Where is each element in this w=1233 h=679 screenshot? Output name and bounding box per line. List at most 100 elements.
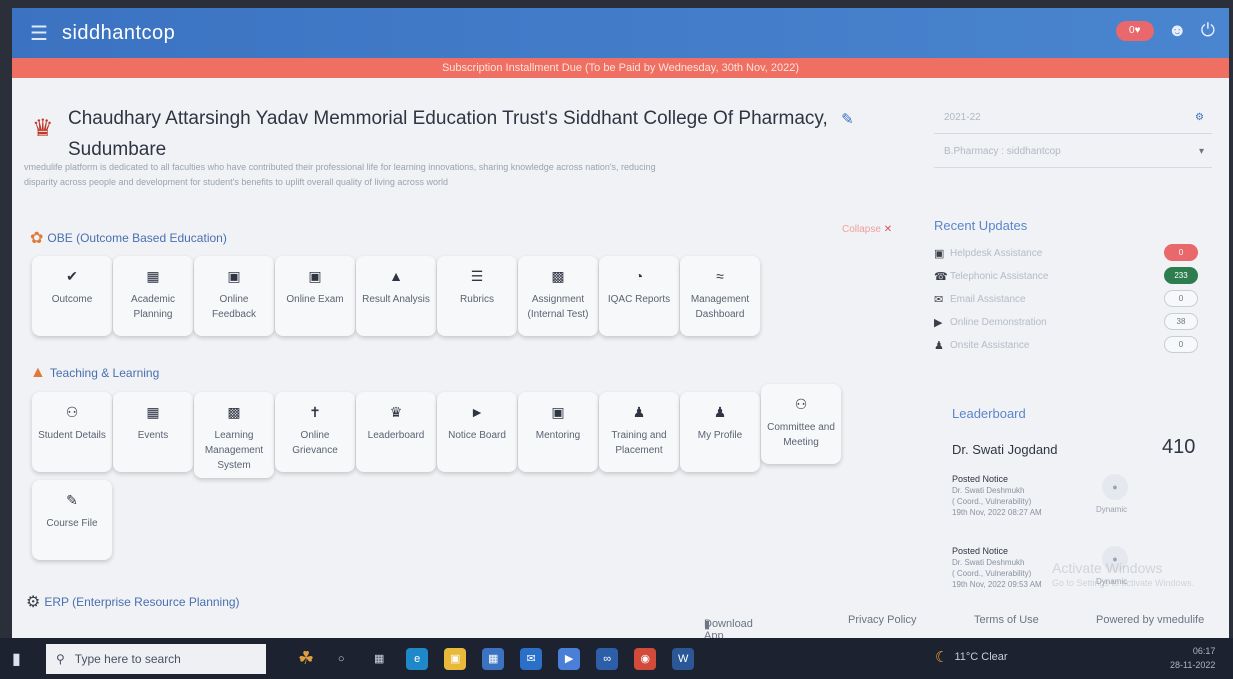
tile-events[interactable]: ▦ Events [113,392,193,472]
tile-result-analysis[interactable]: ▲ Result Analysis [356,256,436,336]
user-icon: ♟ [713,404,727,420]
tile-learning-management-system[interactable]: ▩ Learning Management System [194,392,274,478]
clock-date: 28-11-2022 [1170,660,1216,670]
notice-tag: Dynamic [1096,505,1128,514]
teaching-title-text: Teaching & Learning [49,366,160,380]
update-count: 0 [1164,244,1198,261]
powered-by-link[interactable]: Powered by vmedulife [1096,614,1204,626]
obe-section-title: ✿ OBE (Outcome Based Education) [30,228,227,248]
tile-mentoring[interactable]: ▣ Mentoring [518,392,598,472]
tile-rubrics[interactable]: ☰ Rubrics [437,256,517,336]
privacy-policy-link[interactable]: Privacy Policy [848,614,916,626]
taskbar-search[interactable]: ⚲ Type here to search [46,643,266,674]
calendar-icon: ▦ [146,404,160,420]
teams-icon[interactable]: ∞ [596,647,619,670]
user-tie-icon: ♟ [632,404,646,420]
year-select[interactable]: 2021-22 ⚙ [934,106,1212,134]
tile-online-feedback[interactable]: ▣ Online Feedback [194,256,274,336]
tile-student-details[interactable]: ⚇ Student Details [32,392,112,472]
page-footer: Download App ▮ Privacy Policy Terms of U… [12,610,1229,638]
terms-link[interactable]: Terms of Use [974,614,1039,626]
weather-widget[interactable]: ☾ 11°C Clear [935,648,1008,666]
user-icon[interactable]: ☻ [1168,20,1187,41]
obe-icon: ✿ [30,230,44,247]
program-select-value: B.Pharmacy : siddhantcop [944,146,1061,157]
tile-label: Notice Board [448,430,506,441]
system-clock[interactable]: 06:17 28-11-2022 [1170,644,1215,672]
mail-icon[interactable]: ✉ [520,647,543,670]
update-onsite[interactable]: ♟ Onsite Assistance 0 [934,334,1204,356]
college-name: Chaudhary Attarsingh Yadav Memmorial Edu… [68,104,912,165]
update-online-demo[interactable]: ▶ Online Demonstration 38 [934,311,1204,333]
tile-management-dashboard[interactable]: ≈ Management Dashboard [680,256,760,336]
tile-label: Leaderboard [367,430,425,441]
tile-assignment[interactable]: ▩ Assignment (Internal Test) [518,256,598,336]
person-icon: ✝ [309,404,321,420]
notice-item[interactable]: Posted Notice Dr. Swati Deshmukh ( Coord… [952,474,1192,518]
tile-label: Assignment (Internal Test) [527,294,589,320]
news-widget-icon[interactable]: ☘ [298,648,314,669]
widgets-icon[interactable]: ▦ [368,648,390,670]
tile-training-placement[interactable]: ♟ Training and Placement [599,392,679,472]
tile-online-exam[interactable]: ▣ Online Exam [275,256,355,336]
phone-icon: ☎ [934,270,948,283]
update-helpdesk[interactable]: ▣ Helpdesk Assistance 0 [934,242,1204,264]
tile-leaderboard[interactable]: ♛ Leaderboard [356,392,436,472]
store-icon[interactable]: ▦ [482,647,505,670]
tile-label: Management Dashboard [690,294,750,320]
teaching-section-title: ▲ Teaching & Learning [30,364,159,382]
top-bar: ☰ siddhantcop 0 ♥ ☻ ⏻ [12,8,1229,58]
tile-online-grievance[interactable]: ✝ Online Grievance [275,392,355,472]
notice-date: 19th Nov, 2022 08:27 AM [952,508,1042,517]
tile-my-profile[interactable]: ♟ My Profile [680,392,760,472]
update-count: 0 [1164,290,1198,307]
tile-course-file[interactable]: ✎ Course File [32,480,112,560]
task-view-icon[interactable]: ○ [330,648,352,670]
collapse-button[interactable]: Collapse ✕ [842,224,892,235]
word-icon[interactable]: W [672,647,695,670]
trophy-icon: ♛ [389,404,403,420]
gears-icon: ⚙ [26,594,41,611]
update-label: Online Demonstration [950,316,1047,328]
desktop-icon: ▣ [934,247,945,260]
power-icon[interactable]: ⏻ [1201,20,1215,41]
update-email[interactable]: ✉ Email Assistance 0 [934,288,1204,310]
browser-viewport: ☰ siddhantcop 0 ♥ ☻ ⏻ Subscription Instal… [12,8,1229,638]
chrome-icon[interactable]: ◉ [634,647,657,670]
edge-icon[interactable]: e [406,647,429,670]
hamburger-icon[interactable]: ☰ [30,21,48,46]
update-label: Onsite Assistance [950,339,1030,351]
notice-avatar: ● [1102,474,1128,500]
update-count: 233 [1164,267,1198,284]
edit-icon[interactable]: ✎ [841,111,854,128]
tile-label: Online Feedback [212,294,256,320]
windows-start-icon[interactable]: ▮ [12,649,32,669]
video-icon: ▶ [934,316,943,329]
tile-label: Mentoring [535,430,581,441]
folder-icon: ▣ [308,268,322,284]
tile-notice-board[interactable]: ► Notice Board [437,392,517,472]
tile-academic-planning[interactable]: ▦ Academic Planning [113,256,193,336]
settings-icon[interactable]: ⚙ [1195,112,1204,123]
obe-title-text: OBE (Outcome Based Education) [47,231,227,245]
zoom-icon[interactable]: ▶ [558,647,581,670]
update-telephonic[interactable]: ☎ Telephonic Assistance 233 [934,265,1204,287]
tile-outcome[interactable]: ✔ Outcome [32,256,112,336]
college-name-line1: Chaudhary Attarsingh Yadav Memmorial Edu… [68,108,828,129]
notice-author: Dr. Swati Deshmukh [952,486,1025,495]
tile-committee-meeting[interactable]: ⚇ Committee and Meeting [761,384,841,464]
program-select[interactable]: B.Pharmacy : siddhantcop ▾ [934,140,1212,168]
leaderboard-top-score: 410 [1162,436,1196,458]
tile-label: My Profile [697,430,743,441]
tile-iqac-reports[interactable]: ◔ IQAC Reports [599,256,679,336]
notification-badge[interactable]: 0 ♥ [1115,20,1154,41]
recent-updates-title: Recent Updates [934,218,1028,233]
tile-label: Committee and Meeting [767,422,835,448]
search-icon: ⚲ [56,651,65,666]
collapse-label: Collapse [842,224,881,235]
update-label: Telephonic Assistance [950,270,1049,282]
file-explorer-icon[interactable]: ▣ [444,647,467,670]
thumbs-up-icon: ✔ [66,268,78,284]
leaderboard-top-name: Dr. Swati Jogdand [952,442,1058,457]
chevron-down-icon: ▾ [1198,146,1204,157]
